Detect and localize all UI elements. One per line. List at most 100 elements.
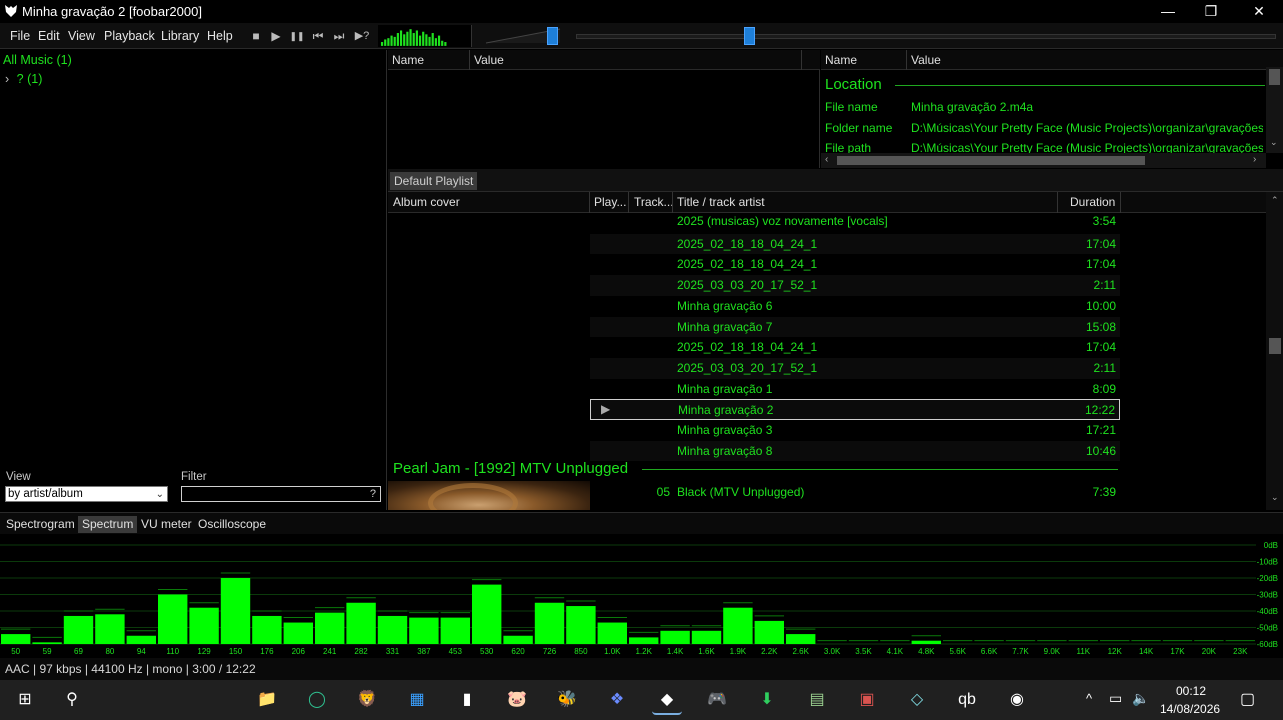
view-dropdown[interactable]: by artist/album ⌄ (5, 486, 168, 502)
pause-button[interactable]: ❚❚ (289, 28, 305, 44)
close-button[interactable]: ✕ (1236, 0, 1282, 23)
playlist-row-now-playing[interactable]: ▶ Minha gravação 2 12:22 (590, 399, 1120, 420)
db-label: -40dB (1257, 607, 1278, 616)
menu-playback[interactable]: Playback (104, 29, 155, 43)
tree-item-unknown[interactable]: › ? (1) (5, 72, 42, 86)
track-duration: 17:04 (1085, 236, 1116, 251)
playlist-row[interactable]: Minha gravação 8 10:46 (590, 440, 1120, 462)
scroll-down-icon[interactable]: ⌄ (1271, 492, 1279, 503)
bee-app-icon[interactable]: 🐝 (552, 685, 582, 715)
menu-help[interactable]: Help (207, 29, 233, 43)
column-name[interactable]: Name (392, 53, 424, 67)
obs-icon[interactable]: ◉ (1002, 685, 1032, 715)
column-value[interactable]: Value (474, 53, 504, 67)
scrollbar-thumb[interactable] (1269, 338, 1281, 354)
status-bar: AAC | 97 kbps | 44100 Hz | mono | 3:00 /… (0, 658, 1283, 680)
tray-chevron-icon[interactable]: ^ (1086, 691, 1092, 706)
seek-thumb[interactable] (743, 27, 755, 45)
playlist-row[interactable]: Minha gravação 6 10:00 (590, 296, 1120, 317)
playlist-row[interactable]: 2025_02_18_18_04_24_1 17:04 (590, 337, 1120, 358)
seek-bar[interactable] (572, 25, 1278, 47)
scrollbar-thumb[interactable] (1269, 69, 1280, 85)
expand-chevron-icon[interactable]: › (5, 72, 9, 86)
play-button[interactable]: ▶ (268, 28, 284, 44)
tab-default-playlist[interactable]: Default Playlist (390, 172, 478, 190)
playlist-row[interactable]: 2025_03_03_20_17_52_1 2:11 (590, 275, 1120, 296)
tab-oscilloscope[interactable]: Oscilloscope (194, 516, 270, 533)
foobar2000-icon[interactable]: ◆ (652, 685, 682, 715)
menu-view[interactable]: View (68, 29, 95, 43)
maximize-button[interactable]: ❐ (1188, 0, 1234, 23)
column-title[interactable]: Title / track artist (677, 195, 765, 209)
column-name[interactable]: Name (825, 53, 857, 67)
notification-icon[interactable]: ▢ (1240, 689, 1255, 709)
network-icon[interactable]: ▭ (1109, 690, 1122, 707)
playlist-row[interactable]: Minha gravação 1 8:09 (590, 379, 1120, 400)
file-explorer-icon[interactable]: 📁 (252, 685, 282, 715)
column-divider[interactable] (801, 50, 802, 70)
qbittorrent-icon[interactable]: qb (952, 685, 982, 715)
microsoft-store-icon[interactable]: ▦ (402, 685, 432, 715)
opera-gx-icon[interactable]: ◯ (302, 685, 332, 715)
tab-spectrogram[interactable]: Spectrogram (2, 516, 79, 533)
filter-input[interactable]: ? (181, 486, 381, 502)
playlist-row[interactable]: 2025_02_18_18_04_24_1 17:04 (590, 254, 1120, 275)
audio-app-icon[interactable]: ▮ (452, 685, 482, 715)
column-divider[interactable] (589, 192, 590, 213)
tab-vu-meter[interactable]: VU meter (137, 516, 196, 533)
column-divider[interactable] (906, 50, 907, 70)
pig-app-icon[interactable]: 🐷 (502, 685, 532, 715)
scroll-right-icon[interactable]: › (1253, 154, 1256, 165)
start-icon[interactable]: ⊞ (10, 685, 40, 715)
brave-icon[interactable]: 🦁 (352, 685, 382, 715)
playlist-vertical-scrollbar[interactable]: ⌃ ⌄ (1266, 192, 1283, 510)
green-download-icon[interactable]: ⬇ (752, 685, 782, 715)
minimize-button[interactable]: — (1145, 0, 1191, 23)
column-divider[interactable] (672, 192, 673, 213)
next-button[interactable]: ⏭ (331, 28, 347, 44)
column-divider[interactable] (469, 50, 470, 70)
column-divider[interactable] (1057, 192, 1058, 213)
column-divider[interactable] (628, 192, 629, 213)
clock-date[interactable]: 14/08/2026 (1160, 702, 1220, 716)
calendar-app-icon[interactable]: ▣ (852, 685, 882, 715)
menu-library[interactable]: Library (161, 29, 199, 43)
properties-vertical-scrollbar[interactable]: ⌄ (1266, 67, 1283, 153)
properties-panel: Name Value Location File name Minha grav… (821, 50, 1283, 168)
playlist-row[interactable]: 2025 (musicas) voz novamente [vocals] 3:5… (590, 211, 1120, 232)
column-divider[interactable] (1120, 192, 1121, 213)
clock-time[interactable]: 00:12 (1176, 684, 1206, 698)
network-app-icon[interactable]: ❖ (602, 685, 632, 715)
column-duration[interactable]: Duration (1070, 195, 1115, 209)
scroll-down-icon[interactable]: ⌄ (1270, 137, 1278, 148)
volume-thumb[interactable] (547, 27, 559, 45)
scroll-up-icon[interactable]: ⌃ (1271, 195, 1279, 206)
column-album-cover[interactable]: Album cover (393, 195, 460, 209)
notepad-icon[interactable]: ▤ (802, 685, 832, 715)
column-track[interactable]: Track... (634, 195, 674, 209)
scroll-left-icon[interactable]: ‹ (825, 154, 828, 165)
group-header[interactable]: Pearl Jam - [1992] MTV Unplugged (393, 460, 628, 477)
properties-horizontal-scrollbar[interactable]: ‹ › (821, 153, 1266, 168)
previous-button[interactable]: ⏮ (310, 28, 326, 44)
column-playing[interactable]: Play... (594, 195, 626, 209)
cube-app-icon[interactable]: ◇ (902, 685, 932, 715)
column-value[interactable]: Value (911, 53, 941, 67)
playlist-row[interactable]: Minha gravação 3 17:21 (590, 420, 1120, 441)
playlist-row[interactable]: Minha gravação 7 15:08 (590, 316, 1120, 338)
menu-edit[interactable]: Edit (38, 29, 60, 43)
tab-spectrum[interactable]: Spectrum (78, 516, 138, 533)
random-button[interactable]: ▶? (352, 28, 372, 44)
search-icon[interactable]: ⚲ (57, 685, 87, 715)
playlist-row[interactable]: 05 Black (MTV Unplugged) 7:39 (590, 482, 1120, 503)
scrollbar-thumb[interactable] (837, 156, 1145, 165)
playlist-row[interactable]: 2025_02_18_18_04_24_1 17:04 (590, 233, 1120, 255)
volume-icon[interactable]: 🔈 (1132, 690, 1149, 707)
playlist-row[interactable]: 2025_03_03_20_17_52_1 2:11 (590, 357, 1120, 379)
stop-button[interactable]: ■ (248, 28, 264, 44)
help-icon[interactable]: ? (370, 488, 376, 500)
tree-item-all-music[interactable]: All Music (1) (3, 53, 72, 67)
volume-slider[interactable] (482, 25, 564, 47)
gamepad-icon[interactable]: 🎮 (702, 685, 732, 715)
menu-file[interactable]: File (10, 29, 30, 43)
